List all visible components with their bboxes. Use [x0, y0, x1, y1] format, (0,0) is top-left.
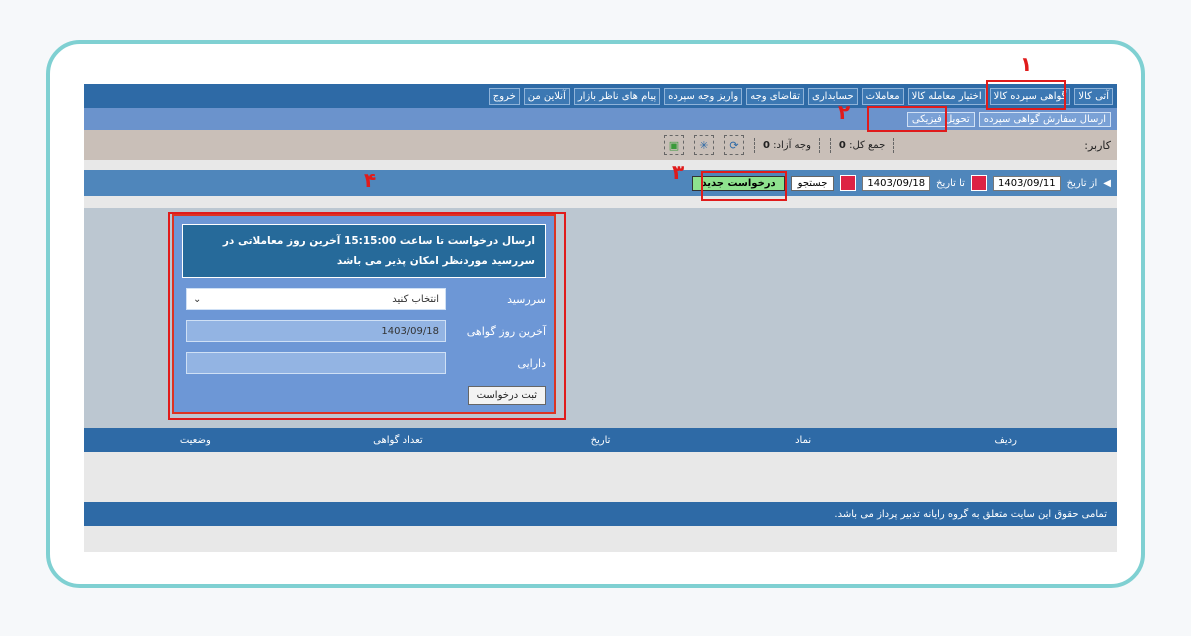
- to-date-label: تا تاریخ: [936, 177, 965, 189]
- calendar-icon[interactable]: [840, 175, 857, 191]
- filter-bar: ◀ از تاریخ 1403/09/11 تا تاریخ 1403/09/1…: [84, 170, 1117, 196]
- col-count: تعداد گواهی: [373, 434, 423, 446]
- nav-item-my-online[interactable]: آنلاین من: [523, 87, 570, 105]
- footer: تمامی حقوق این سایت متعلق به گروه رایانه…: [84, 502, 1117, 526]
- top-nav: آتی کالا گواهی سپرده کالا اختیار معامله …: [84, 84, 1117, 108]
- highlight-deposit-certificate: [986, 80, 1066, 110]
- free-label: وجه آزاد:: [773, 139, 811, 151]
- highlight-request-panel: [168, 212, 566, 420]
- free-value: 0: [763, 139, 770, 151]
- nav-item-market-messages[interactable]: پیام های ناظر بازار: [573, 87, 661, 105]
- refresh-icon[interactable]: ⟳: [724, 135, 744, 155]
- col-status: وضعیت: [179, 434, 211, 446]
- nav-item-deposit-margin[interactable]: واریز وجه سپرده: [664, 87, 743, 105]
- annotation-1: ۱: [1020, 52, 1033, 76]
- nav-item-exit[interactable]: خروج: [488, 87, 520, 105]
- search-button[interactable]: جستجو: [790, 175, 835, 191]
- highlight-physical-delivery: [867, 106, 947, 132]
- nav-item-trades[interactable]: معاملات: [861, 87, 904, 105]
- nav-item-commodity-options[interactable]: اختیار معامله کالا: [907, 87, 986, 105]
- total-value: 0: [838, 139, 846, 151]
- annotation-3: ۳: [672, 160, 685, 184]
- message-icon[interactable]: ▣: [664, 135, 684, 155]
- total-balance: جمع کل: 0: [829, 137, 895, 153]
- total-label: جمع کل:: [849, 139, 886, 151]
- table-body: [84, 452, 1117, 502]
- col-date: تاریخ: [590, 434, 611, 446]
- col-symbol: نماد: [795, 434, 812, 446]
- nav-item-futures[interactable]: آتی کالا: [1074, 87, 1113, 105]
- annotation-4: ۴: [364, 168, 377, 192]
- from-date-input[interactable]: 1403/09/11: [992, 175, 1061, 191]
- user-label: کاربر:: [1084, 138, 1111, 152]
- highlight-new-request: [701, 171, 787, 201]
- settings-icon[interactable]: ✳: [694, 135, 714, 155]
- annotation-2: ۲: [838, 100, 851, 124]
- back-icon[interactable]: ◀: [1103, 178, 1111, 189]
- to-date-input[interactable]: 1403/09/18: [862, 175, 931, 191]
- sub-nav: ارسال سفارش گواهی سپرده تحویل فیزیکی: [84, 108, 1117, 130]
- table-header: ردیف نماد تاریخ تعداد گواهی وضعیت: [84, 428, 1117, 452]
- from-date-label: از تاریخ: [1066, 177, 1098, 189]
- col-row: ردیف: [994, 434, 1017, 446]
- subnav-send-certificate-order[interactable]: ارسال سفارش گواهی سپرده: [978, 111, 1111, 127]
- free-balance: وجه آزاد: 0: [754, 137, 820, 153]
- balance-bar: کاربر: جمع کل: 0 وجه آزاد: 0 ⟳ ✳ ▣: [84, 130, 1117, 160]
- nav-item-fund-request[interactable]: تقاضای وجه: [746, 87, 805, 105]
- calendar-icon[interactable]: [970, 175, 987, 191]
